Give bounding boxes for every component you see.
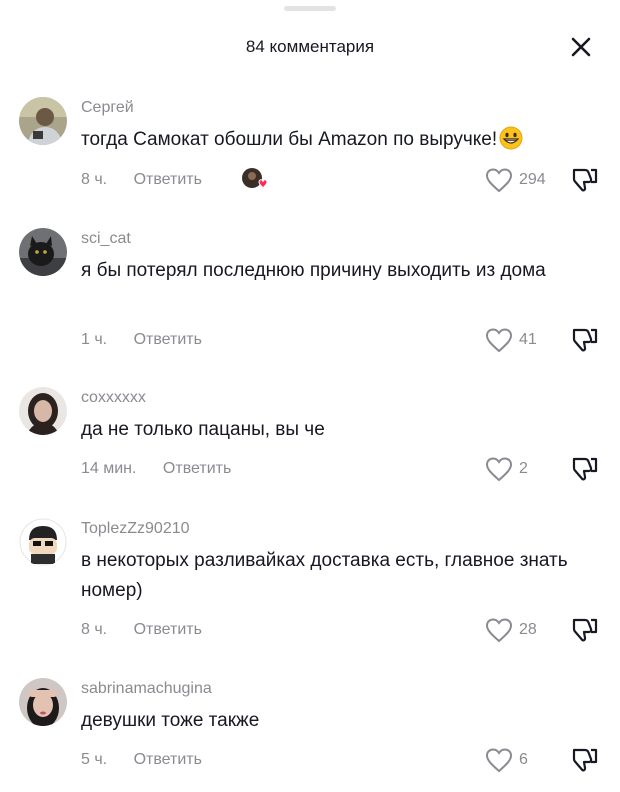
like-count: 294 bbox=[519, 171, 546, 188]
heart-icon bbox=[485, 457, 513, 482]
dislike-button[interactable] bbox=[570, 616, 600, 644]
like-count: 2 bbox=[519, 460, 528, 477]
reply-button[interactable]: Ответить bbox=[134, 751, 202, 769]
like-count: 41 bbox=[519, 331, 537, 348]
close-button[interactable] bbox=[566, 32, 596, 62]
avatar[interactable] bbox=[19, 97, 67, 145]
dislike-button[interactable] bbox=[570, 326, 600, 354]
like-button[interactable]: 41 bbox=[485, 326, 537, 354]
dislike-button[interactable] bbox=[570, 455, 600, 483]
avatar[interactable] bbox=[19, 228, 67, 276]
comment-text: тогда Самокат обошли бы Amazon по выручк… bbox=[81, 125, 601, 160]
comment-username[interactable]: sci_cat bbox=[81, 230, 131, 248]
grinning-face-emoji bbox=[499, 126, 523, 160]
comment-text: я бы потерял последнюю причину выходить … bbox=[81, 260, 546, 281]
thumbs-down-icon bbox=[572, 168, 598, 192]
close-icon bbox=[571, 37, 591, 57]
dislike-button[interactable] bbox=[570, 166, 600, 194]
comment-meta: 8 ч. Ответить bbox=[81, 171, 202, 189]
comment-username[interactable]: coxxxxxx bbox=[81, 389, 146, 407]
thumbs-down-icon bbox=[572, 618, 598, 642]
avatar[interactable] bbox=[19, 518, 67, 566]
like-count: 28 bbox=[519, 621, 537, 638]
comment-meta: 5 ч. Ответить bbox=[81, 751, 202, 769]
comment-text: в некоторых разливайках доставка есть, г… bbox=[81, 550, 568, 601]
comment-time: 14 мин. bbox=[81, 460, 137, 477]
heart-icon bbox=[485, 618, 513, 643]
avatar[interactable] bbox=[19, 678, 67, 726]
comment-time: 5 ч. bbox=[81, 751, 108, 768]
avatar[interactable] bbox=[19, 387, 67, 435]
like-button[interactable]: 294 bbox=[485, 166, 546, 194]
comment-meta: 8 ч. Ответить bbox=[81, 621, 202, 639]
thumbs-down-icon bbox=[572, 457, 598, 481]
heart-icon bbox=[485, 748, 513, 773]
comment-meta: 14 мин. Ответить bbox=[81, 460, 231, 478]
reply-button[interactable]: Ответить bbox=[134, 171, 202, 189]
reply-button[interactable]: Ответить bbox=[134, 331, 202, 349]
reply-button[interactable]: Ответить bbox=[134, 621, 202, 639]
like-button[interactable]: 6 bbox=[485, 746, 528, 774]
drag-handle[interactable] bbox=[284, 6, 336, 11]
thumbs-down-icon bbox=[572, 748, 598, 772]
dislike-button[interactable] bbox=[570, 746, 600, 774]
comment-username[interactable]: Сергей bbox=[81, 99, 134, 117]
comment-username[interactable]: ToplezZz90210 bbox=[81, 520, 190, 538]
comment-username[interactable]: sabrinamachugina bbox=[81, 680, 212, 698]
comment-text: девушки тоже также bbox=[81, 710, 260, 731]
creator-liked-badge bbox=[240, 167, 270, 191]
comments-count-title: 84 комментария bbox=[245, 37, 375, 56]
comment-time: 8 ч. bbox=[81, 171, 108, 188]
thumbs-down-icon bbox=[572, 328, 598, 352]
heart-icon bbox=[485, 328, 513, 353]
comment-text: да не только пацаны, вы че bbox=[81, 419, 325, 440]
like-button[interactable]: 2 bbox=[485, 455, 528, 483]
comment-meta: 1 ч. Ответить bbox=[81, 331, 202, 349]
heart-icon bbox=[485, 168, 513, 193]
like-button[interactable]: 28 bbox=[485, 616, 537, 644]
like-count: 6 bbox=[519, 751, 528, 768]
comment-time: 8 ч. bbox=[81, 621, 108, 638]
comment-time: 1 ч. bbox=[81, 331, 108, 348]
reply-button[interactable]: Ответить bbox=[163, 460, 231, 478]
